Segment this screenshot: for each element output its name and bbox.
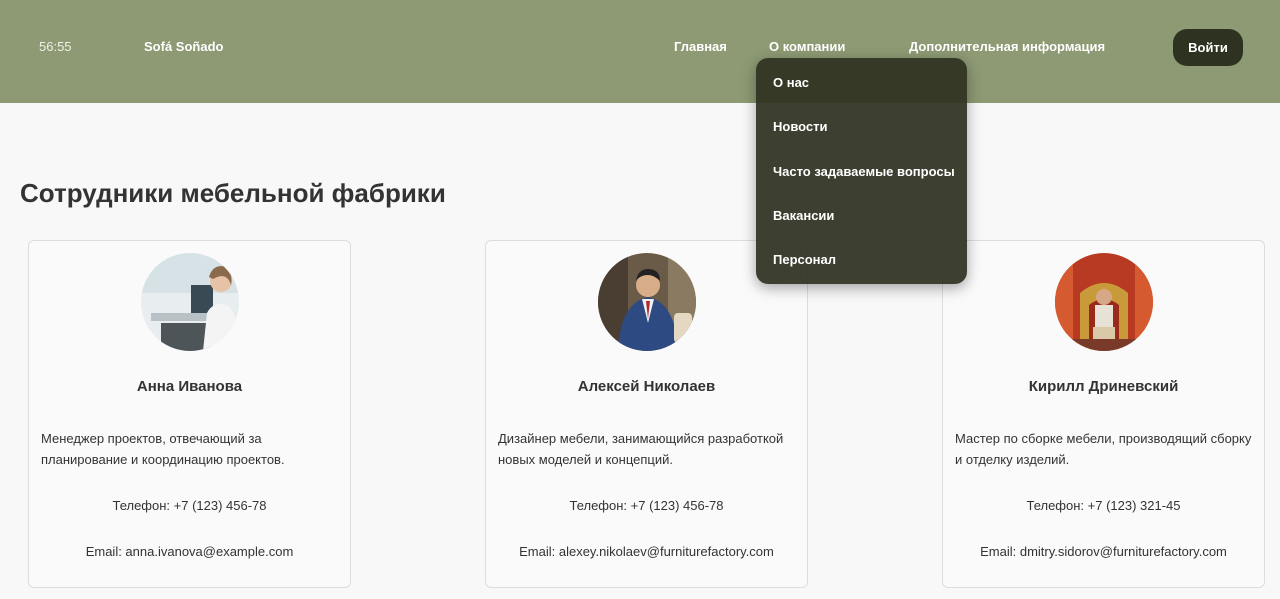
employee-avatar <box>1055 253 1153 351</box>
clock: 56:55 <box>39 39 72 54</box>
dropdown-item-news[interactable]: Новости <box>773 119 828 134</box>
employee-email[interactable]: Email: alexey.nikolaev@furniturefactory.… <box>486 544 807 559</box>
about-dropdown-menu: О нас Новости Часто задаваемые вопросы В… <box>756 58 967 284</box>
employee-email[interactable]: Email: anna.ivanova@example.com <box>29 544 350 559</box>
dropdown-item-staff[interactable]: Персонал <box>773 252 836 267</box>
employee-email[interactable]: Email: dmitry.sidorov@furniturefactory.c… <box>943 544 1264 559</box>
employee-description: Дизайнер мебели, занимающийся разработко… <box>498 431 784 467</box>
page-title: Сотрудники мебельной фабрики <box>20 178 446 208</box>
dropdown-item-faq[interactable]: Часто задаваемые вопросы <box>773 164 955 179</box>
brand-logo[interactable]: Sofá Soñado <box>144 39 223 54</box>
nav-about[interactable]: О компании <box>769 39 845 54</box>
employee-phone: Телефон: +7 (123) 456-78 <box>569 498 724 513</box>
employee-description: Менеджер проектов, отвечающий за планиро… <box>41 431 285 467</box>
employee-card: Анна Иванова Менеджер проектов, отвечающ… <box>28 240 351 588</box>
employee-phone: Телефон: +7 (123) 321-45 <box>1026 498 1181 513</box>
employee-name: Кирилл Дриневский <box>1028 378 1179 395</box>
dropdown-item-about-us[interactable]: О нас <box>773 75 809 90</box>
login-button[interactable]: Войти <box>1173 29 1243 66</box>
employee-avatar <box>141 253 239 351</box>
employee-phone: Телефон: +7 (123) 456-78 <box>112 498 267 513</box>
employee-avatar <box>598 253 696 351</box>
dropdown-item-vacancies[interactable]: Вакансии <box>773 208 834 223</box>
site-header: 56:55 Sofá Soñado Главная О компании Доп… <box>0 0 1280 103</box>
nav-home[interactable]: Главная <box>674 39 727 54</box>
employee-name: Анна Иванова <box>136 378 243 395</box>
employee-description: Мастер по сборке мебели, производящий сб… <box>955 431 1252 467</box>
nav-more-info[interactable]: Дополнительная информация <box>909 39 1105 54</box>
employee-card: Алексей Николаев Дизайнер мебели, занима… <box>485 240 808 588</box>
employee-card: Кирилл Дриневский Мастер по сборке мебел… <box>942 240 1265 588</box>
employee-name: Алексей Николаев <box>577 378 716 395</box>
